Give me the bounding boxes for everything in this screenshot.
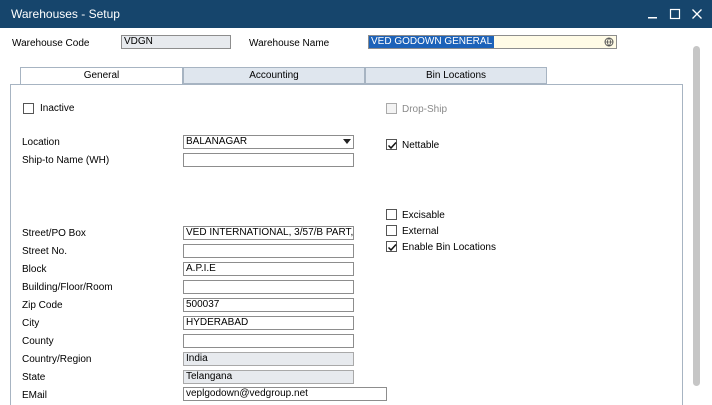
excisable-label: Excisable: [402, 210, 445, 221]
building-field[interactable]: [183, 280, 354, 294]
county-field[interactable]: [183, 334, 354, 348]
excisable-checkbox[interactable]: [386, 209, 397, 220]
country-field[interactable]: India: [183, 352, 354, 366]
country-label: Country/Region: [22, 354, 92, 365]
city-field[interactable]: HYDERABAD: [183, 316, 354, 330]
scrollbar-thumb[interactable]: [693, 46, 700, 386]
tab-general-label: General: [83, 70, 120, 81]
enable-bin-locations-label: Enable Bin Locations: [402, 242, 496, 253]
ship-to-field[interactable]: [183, 153, 354, 167]
zip-field[interactable]: 500037: [183, 298, 354, 312]
external-checkbox[interactable]: [386, 225, 397, 236]
window-title: Warehouses - Setup: [11, 7, 120, 21]
county-label: County: [22, 336, 54, 347]
warehouse-code-field[interactable]: VDGN: [121, 35, 231, 49]
warehouse-name-label: Warehouse Name: [249, 38, 330, 49]
window-client-area: Warehouse Code VDGN Warehouse Name VED G…: [0, 28, 712, 405]
tab-bin-locations-label: Bin Locations: [425, 70, 487, 81]
drop-ship-checkbox[interactable]: [386, 103, 397, 114]
warehouse-code-label: Warehouse Code: [12, 38, 90, 49]
tab-accounting[interactable]: Accounting: [183, 67, 365, 84]
chevron-down-icon[interactable]: [343, 139, 351, 144]
translation-icon[interactable]: [604, 37, 614, 48]
tab-general[interactable]: General: [20, 67, 183, 85]
tab-accounting-label: Accounting: [249, 70, 299, 81]
title-bar: Warehouses - Setup: [0, 0, 712, 28]
street-label: Street/PO Box: [22, 228, 86, 239]
street-no-label: Street No.: [22, 246, 68, 257]
ship-to-label: Ship-to Name (WH): [22, 155, 110, 166]
maximize-icon: [669, 8, 681, 20]
zip-label: Zip Code: [22, 300, 63, 311]
tab-bin-locations[interactable]: Bin Locations: [365, 67, 547, 84]
nettable-label: Nettable: [402, 140, 440, 151]
street-field[interactable]: VED INTERNATIONAL, 3/57/B PART,: [183, 226, 354, 240]
inactive-label: Inactive: [40, 103, 75, 114]
building-label: Building/Floor/Room: [22, 282, 113, 293]
external-label: External: [402, 226, 439, 237]
street-no-field[interactable]: [183, 244, 354, 258]
close-button[interactable]: [686, 4, 708, 24]
drop-ship-label: Drop-Ship: [402, 104, 448, 115]
maximize-button[interactable]: [664, 4, 686, 24]
email-field[interactable]: veplgodown@vedgroup.net: [183, 387, 387, 401]
block-label: Block: [22, 264, 47, 275]
minimize-button[interactable]: [642, 4, 664, 24]
location-value: BALANAGAR: [186, 136, 248, 147]
state-field[interactable]: Telangana: [183, 370, 354, 384]
state-label: State: [22, 372, 46, 383]
city-label: City: [22, 318, 40, 329]
nettable-checkbox[interactable]: [386, 139, 397, 150]
location-dropdown[interactable]: BALANAGAR: [183, 135, 354, 149]
enable-bin-locations-checkbox[interactable]: [386, 241, 397, 252]
block-field[interactable]: A.P.I.E: [183, 262, 354, 276]
checkmark-icon: [387, 243, 397, 252]
close-icon: [692, 9, 702, 19]
warehouse-name-field[interactable]: VED GODOWN GENERAL: [368, 35, 617, 49]
email-label: EMail: [22, 390, 48, 401]
vertical-scrollbar[interactable]: [692, 46, 701, 386]
location-label: Location: [22, 137, 60, 148]
warehouse-name-selected-text: VED GODOWN GENERAL: [369, 36, 495, 48]
inactive-checkbox[interactable]: [23, 103, 34, 114]
checkmark-icon: [387, 141, 397, 150]
minimize-icon: [648, 17, 657, 19]
